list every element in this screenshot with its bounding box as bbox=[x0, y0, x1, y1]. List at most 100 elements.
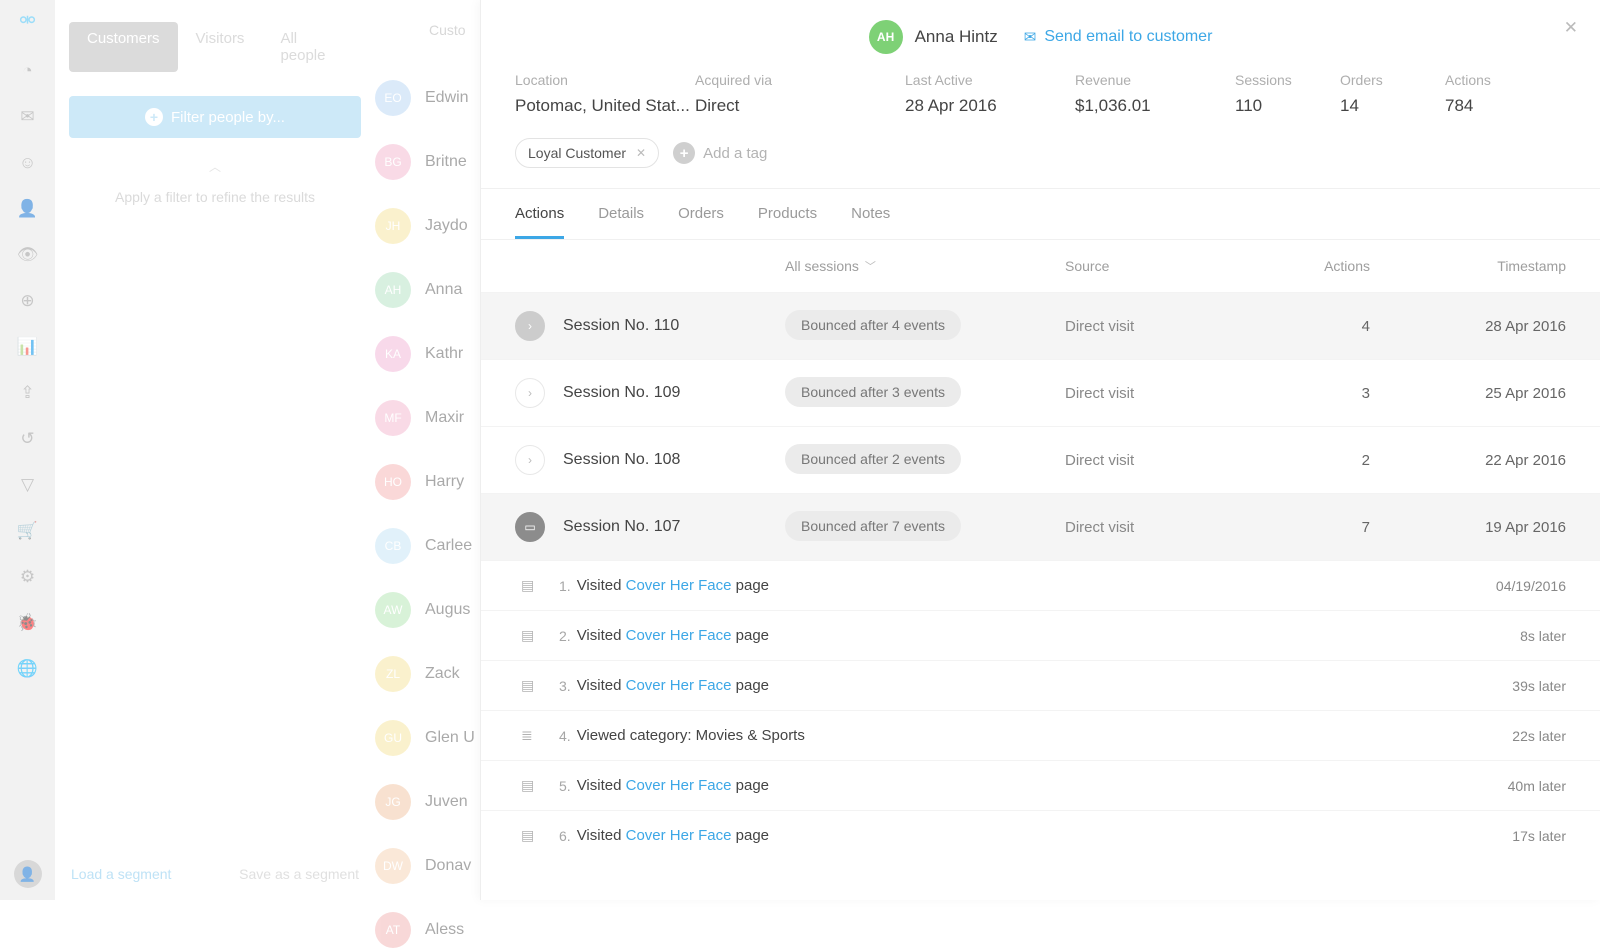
target-icon[interactable]: ⊕ bbox=[18, 291, 38, 311]
chevron-up-icon[interactable]: ︿ bbox=[69, 158, 361, 175]
session-source: Direct visit bbox=[1065, 519, 1260, 536]
session-actions: 7 bbox=[1260, 519, 1370, 536]
session-name: Session No. 108 bbox=[563, 451, 785, 469]
gear-icon[interactable]: ⚙ bbox=[18, 567, 38, 587]
send-email-link[interactable]: ✉ Send email to customer bbox=[1024, 28, 1213, 46]
logo-icon[interactable]: ⚮ bbox=[19, 8, 36, 33]
page-icon: ▤ bbox=[521, 677, 539, 694]
event-link[interactable]: Cover Her Face bbox=[626, 627, 732, 644]
expand-icon[interactable]: › bbox=[515, 445, 545, 475]
tab-all-people[interactable]: All people bbox=[262, 22, 361, 72]
person-avatar: JG bbox=[375, 784, 411, 820]
sessions-table-header: All sessions﹀ Source Actions Timestamp bbox=[481, 240, 1600, 292]
expand-icon[interactable]: › bbox=[515, 311, 545, 341]
session-row[interactable]: ›Session No. 110Bounced after 4 eventsDi… bbox=[481, 292, 1600, 359]
event-link[interactable]: Cover Her Face bbox=[626, 577, 732, 594]
customer-avatar: AH bbox=[869, 20, 903, 54]
person-name: Glen U bbox=[425, 729, 475, 747]
stat-label-orders: Orders bbox=[1340, 72, 1445, 88]
history-icon[interactable]: ↺ bbox=[18, 429, 38, 449]
plus-icon: + bbox=[145, 108, 163, 126]
session-row[interactable]: ▭Session No. 107Bounced after 7 eventsDi… bbox=[481, 493, 1600, 560]
person-avatar: DW bbox=[375, 848, 411, 884]
session-badge: Bounced after 3 events bbox=[785, 384, 1065, 402]
tab-customers[interactable]: Customers bbox=[69, 22, 178, 72]
person-name: Kathr bbox=[425, 345, 463, 363]
person-name: Jaydo bbox=[425, 217, 468, 235]
person-name: Juven bbox=[425, 793, 468, 811]
send-email-label: Send email to customer bbox=[1044, 28, 1212, 46]
person-row[interactable]: ZL Zack bbox=[375, 656, 495, 692]
tag-label: Loyal Customer bbox=[528, 145, 626, 161]
tab-visitors[interactable]: Visitors bbox=[178, 22, 263, 72]
person-avatar: ZL bbox=[375, 656, 411, 692]
person-name: Carlee bbox=[425, 537, 472, 555]
expand-icon[interactable]: › bbox=[515, 378, 545, 408]
close-icon[interactable]: ✕ bbox=[1564, 18, 1578, 38]
person-row[interactable]: AHAnna bbox=[375, 272, 495, 308]
person-row[interactable]: JHJaydo bbox=[375, 208, 495, 244]
stat-value-orders: 14 bbox=[1340, 96, 1445, 116]
session-row[interactable]: ›Session No. 109Bounced after 3 eventsDi… bbox=[481, 359, 1600, 426]
save-segment-link[interactable]: Save as a segment bbox=[239, 866, 359, 882]
col-source: Source bbox=[1065, 258, 1260, 274]
person-row[interactable]: BGBritne bbox=[375, 144, 495, 180]
screen-icon[interactable]: ▭ bbox=[515, 512, 545, 542]
add-tag-label: Add a tag bbox=[703, 145, 767, 162]
person-row[interactable]: JG Juven bbox=[375, 784, 495, 820]
stat-label-acquired: Acquired via bbox=[695, 72, 905, 88]
cart-icon[interactable]: 🛒 bbox=[18, 521, 38, 541]
eye-icon[interactable]: 👁 bbox=[18, 245, 38, 265]
person-name: Zack bbox=[425, 665, 460, 683]
bug-icon[interactable]: 🐞 bbox=[18, 613, 38, 633]
people-icon[interactable]: 👤 bbox=[18, 199, 38, 219]
tab-products[interactable]: Products bbox=[758, 205, 817, 239]
filter-people-button[interactable]: + Filter people by... bbox=[69, 96, 361, 138]
bot-icon[interactable]: ☺ bbox=[18, 153, 38, 173]
tab-notes[interactable]: Notes bbox=[851, 205, 890, 239]
person-row[interactable]: GUGlen U bbox=[375, 720, 495, 756]
event-number: 1. bbox=[559, 578, 571, 594]
globe-icon[interactable]: 🌐 bbox=[18, 659, 38, 679]
mail-icon[interactable]: ✉ bbox=[18, 107, 38, 127]
person-row[interactable]: EOEdwin bbox=[375, 80, 495, 116]
col-timestamp: Timestamp bbox=[1370, 258, 1566, 274]
person-avatar: CB bbox=[375, 528, 411, 564]
person-row[interactable]: DWDonav bbox=[375, 848, 495, 884]
person-avatar: AW bbox=[375, 592, 411, 628]
envelope-icon: ✉ bbox=[1024, 28, 1037, 46]
session-actions: 3 bbox=[1260, 385, 1370, 402]
event-number: 2. bbox=[559, 628, 571, 644]
stat-label-lastactive: Last Active bbox=[905, 72, 1075, 88]
user-avatar[interactable]: 👤 bbox=[14, 860, 42, 888]
tag-chip[interactable]: Loyal Customer ✕ bbox=[515, 138, 659, 168]
person-row[interactable]: ATAless bbox=[375, 912, 495, 948]
person-name: Harry bbox=[425, 473, 464, 491]
sessions-filter-dropdown[interactable]: All sessions﹀ bbox=[785, 258, 1065, 274]
page-icon: ▤ bbox=[521, 577, 539, 594]
person-row[interactable]: HOHarry bbox=[375, 464, 495, 500]
tab-orders[interactable]: Orders bbox=[678, 205, 724, 239]
stat-label-revenue: Revenue bbox=[1075, 72, 1235, 88]
person-row[interactable]: KA Kathr bbox=[375, 336, 495, 372]
person-row[interactable]: AWAugus bbox=[375, 592, 495, 628]
person-row[interactable]: CB Carlee bbox=[375, 528, 495, 564]
event-link[interactable]: Cover Her Face bbox=[626, 677, 732, 694]
person-row[interactable]: MFMaxir bbox=[375, 400, 495, 436]
event-time: 17s later bbox=[1512, 828, 1566, 844]
event-row: ▤1.Visited Cover Her Face page04/19/2016 bbox=[481, 560, 1600, 610]
event-link[interactable]: Cover Her Face bbox=[626, 777, 732, 794]
plus-icon: + bbox=[673, 142, 695, 164]
chart-icon[interactable]: 📊 bbox=[18, 337, 38, 357]
person-avatar: KA bbox=[375, 336, 411, 372]
tab-details[interactable]: Details bbox=[598, 205, 644, 239]
add-tag-button[interactable]: + Add a tag bbox=[673, 142, 767, 164]
tab-actions[interactable]: Actions bbox=[515, 205, 564, 239]
event-link[interactable]: Cover Her Face bbox=[626, 827, 732, 844]
share-icon[interactable]: ⇪ bbox=[18, 383, 38, 403]
remove-tag-icon[interactable]: ✕ bbox=[636, 146, 646, 160]
dashboard-icon[interactable]: ◔ bbox=[18, 61, 38, 81]
session-row[interactable]: ›Session No. 108Bounced after 2 eventsDi… bbox=[481, 426, 1600, 493]
load-segment-link[interactable]: Load a segment bbox=[71, 866, 171, 882]
funnel-icon[interactable]: ▽ bbox=[18, 475, 38, 495]
